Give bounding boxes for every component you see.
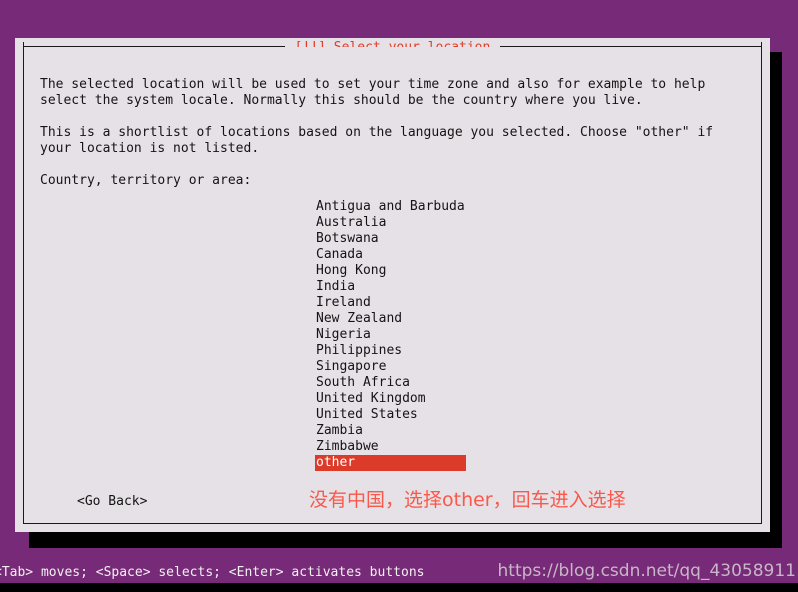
country-list-item[interactable]: Nigeria bbox=[315, 327, 466, 343]
description-paragraph-2: This is a shortlist of locations based o… bbox=[40, 125, 713, 157]
country-list[interactable]: Antigua and BarbudaAustraliaBotswanaCana… bbox=[315, 199, 645, 471]
keyboard-hint-text: <Tab> moves; <Space> selects; <Enter> ac… bbox=[0, 563, 424, 583]
dialog-body: The selected location will be used to se… bbox=[24, 47, 761, 523]
country-list-item[interactable]: Zimbabwe bbox=[315, 439, 466, 455]
country-list-label: Country, territory or area: bbox=[40, 173, 251, 189]
go-back-button[interactable]: <Go Back> bbox=[77, 494, 147, 510]
country-list-item[interactable]: Hong Kong bbox=[315, 263, 466, 279]
installer-screen: [!!] Select your location The selected l… bbox=[0, 0, 798, 592]
bottom-black-bar bbox=[0, 583, 798, 592]
country-list-item[interactable]: Ireland bbox=[315, 295, 466, 311]
country-list-item[interactable]: Canada bbox=[315, 247, 466, 263]
country-list-item[interactable]: India bbox=[315, 279, 466, 295]
country-list-item[interactable]: Philippines bbox=[315, 343, 466, 359]
description-p1-line2: select the system locale. Normally this … bbox=[40, 93, 643, 108]
description-p2-line2: your location is not listed. bbox=[40, 141, 259, 156]
country-list-item[interactable]: other bbox=[315, 455, 466, 471]
watermark-url: https://blog.csdn.net/qq_43058911 bbox=[498, 559, 796, 583]
select-location-dialog: [!!] Select your location The selected l… bbox=[15, 38, 770, 532]
description-p1-line1: The selected location will be used to se… bbox=[40, 77, 705, 92]
description-paragraph-1: The selected location will be used to se… bbox=[40, 77, 705, 109]
description-p2-line1: This is a shortlist of locations based o… bbox=[40, 125, 713, 140]
chinese-annotation-overlay: 没有中国，选择other，回车进入选择 bbox=[309, 487, 626, 513]
country-list-item[interactable]: Antigua and Barbuda bbox=[315, 199, 466, 215]
country-list-item[interactable]: South Africa bbox=[315, 375, 466, 391]
country-list-item[interactable]: Singapore bbox=[315, 359, 466, 375]
country-list-item[interactable]: United Kingdom bbox=[315, 391, 466, 407]
country-list-item[interactable]: New Zealand bbox=[315, 311, 466, 327]
country-list-item[interactable]: United States bbox=[315, 407, 466, 423]
country-list-item[interactable]: Zambia bbox=[315, 423, 466, 439]
country-list-item[interactable]: Australia bbox=[315, 215, 466, 231]
country-list-item[interactable]: Botswana bbox=[315, 231, 466, 247]
